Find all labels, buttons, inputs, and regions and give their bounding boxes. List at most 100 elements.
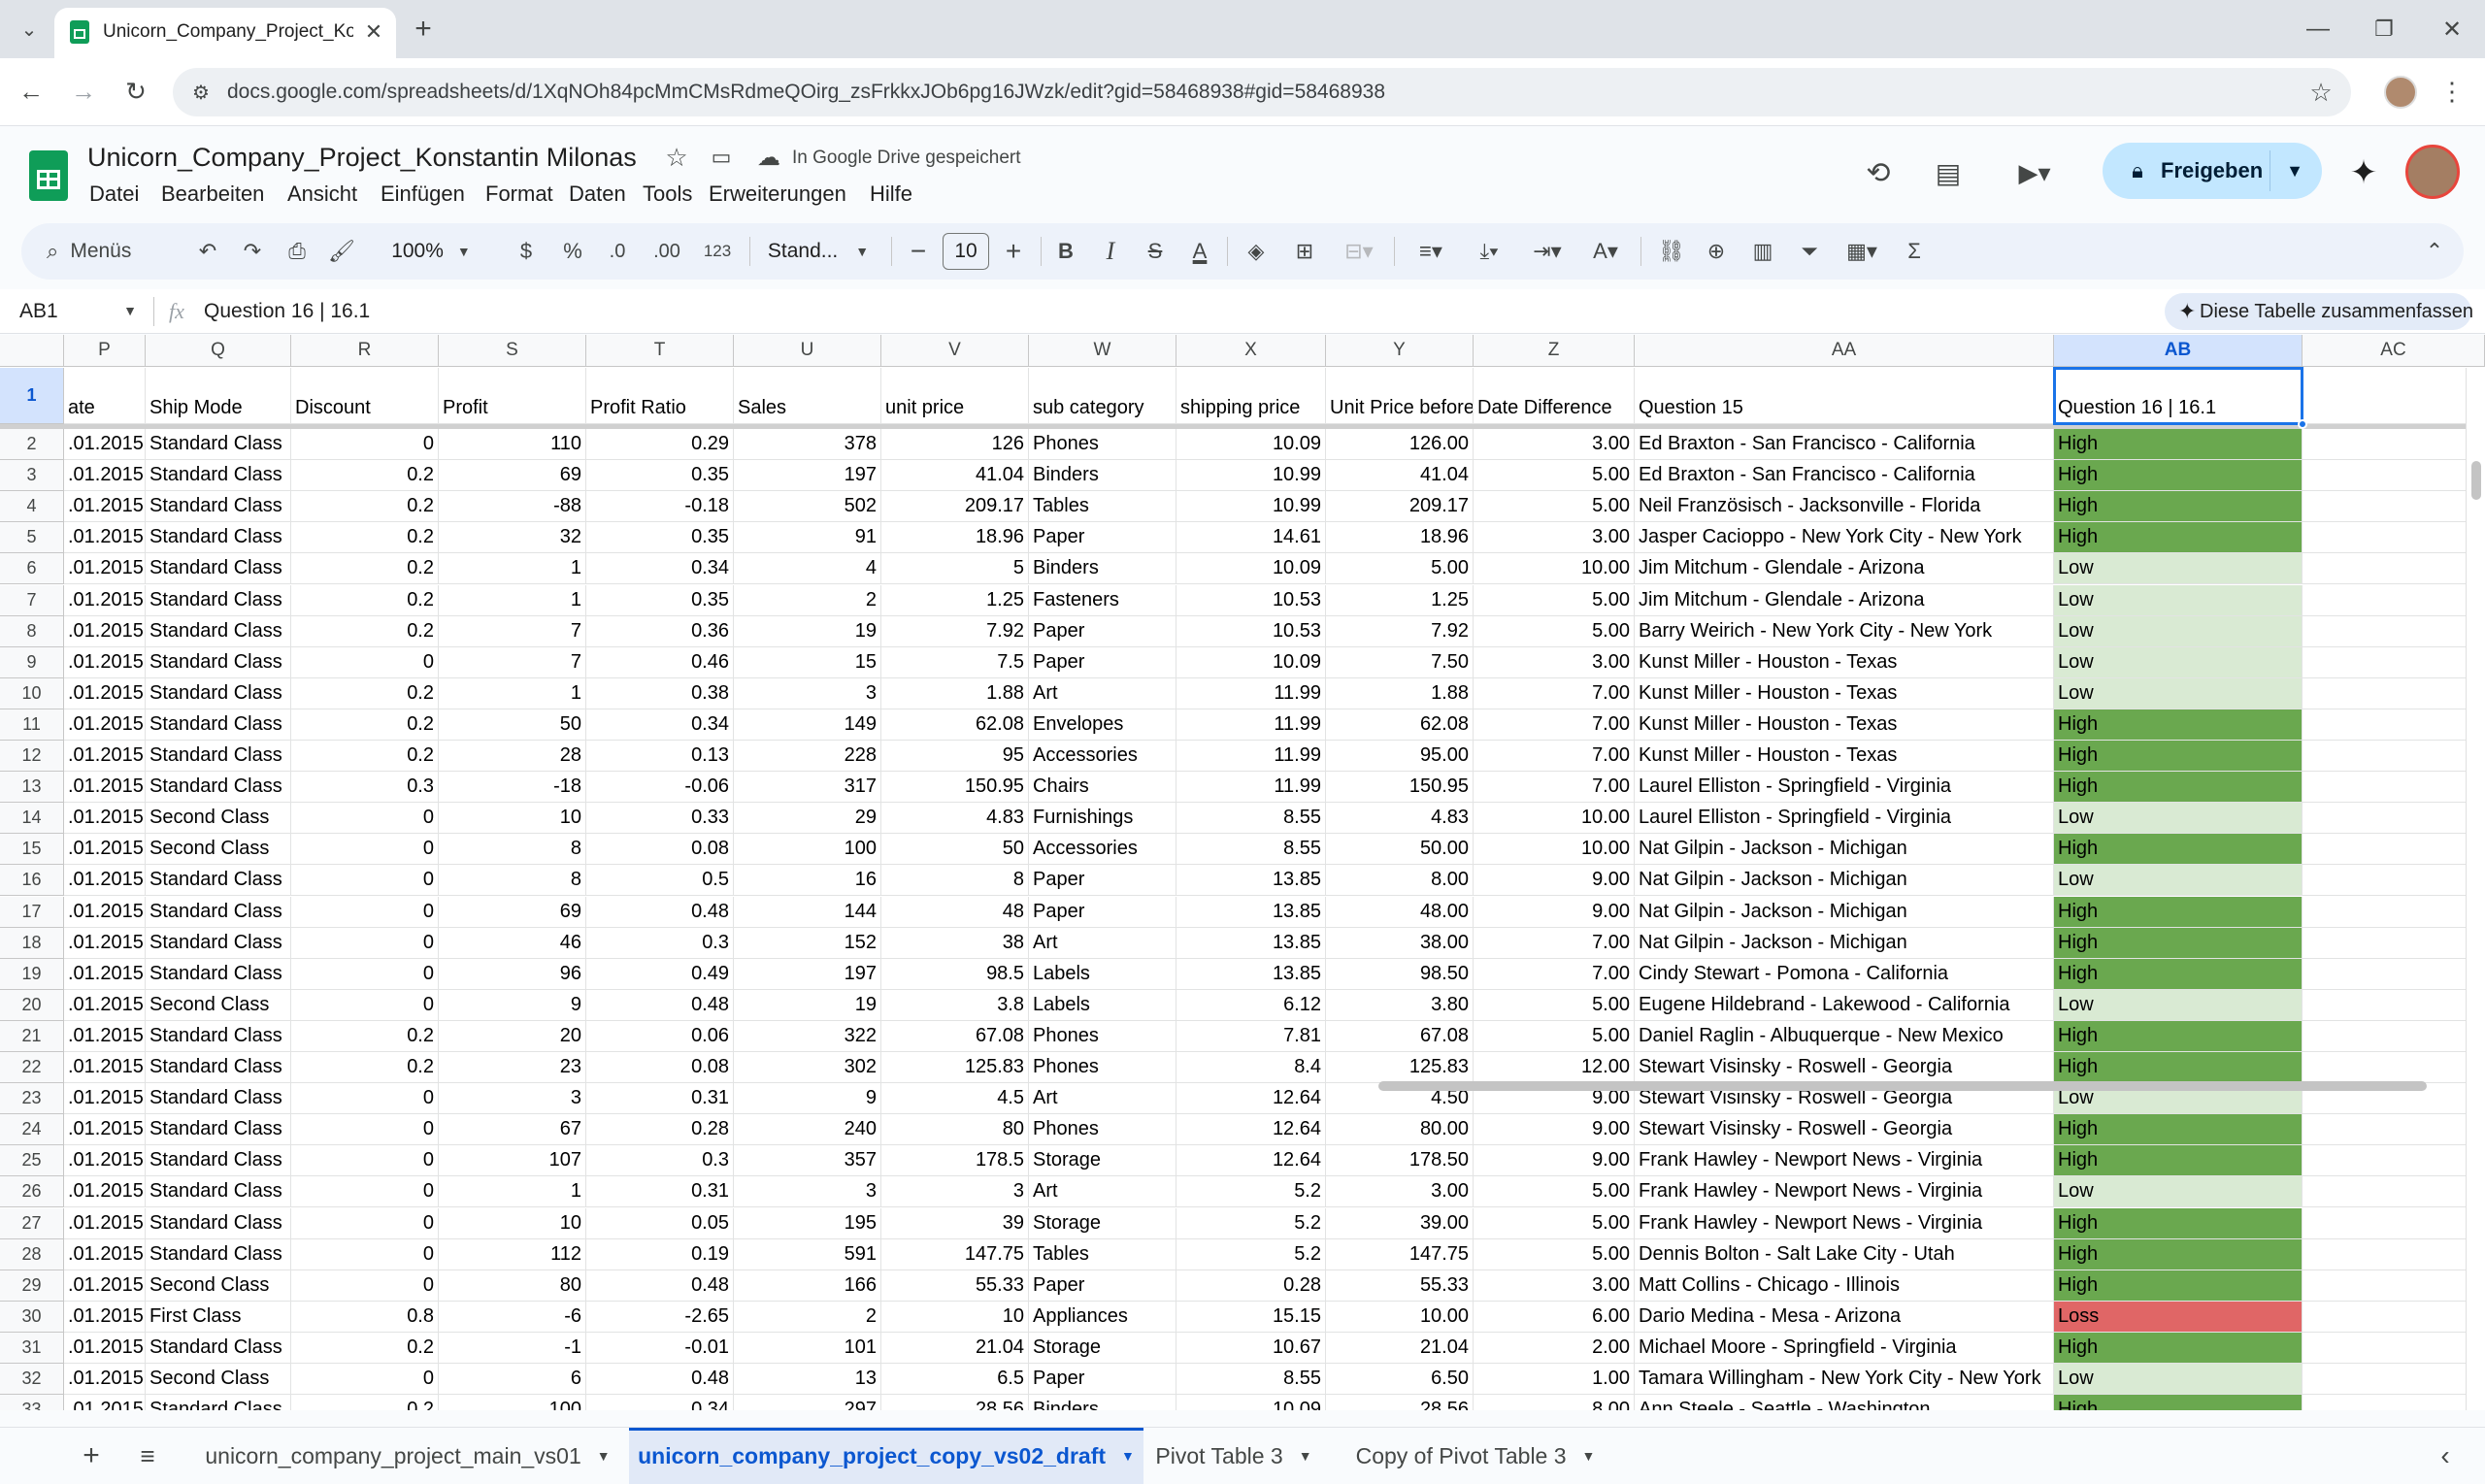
table-cell[interactable]: .01.2015	[64, 741, 146, 773]
table-cell[interactable]: 0.34	[586, 1395, 734, 1410]
table-cell[interactable]: Standard Class	[146, 865, 291, 897]
table-cell[interactable]: 3	[734, 677, 881, 709]
table-cell[interactable]: 1	[439, 677, 586, 709]
column-header-y[interactable]: Y	[1326, 335, 1474, 367]
table-cell[interactable]: Binders	[1029, 553, 1176, 585]
header-cell-t[interactable]: Profit Ratio	[586, 368, 734, 424]
table-cell[interactable]: 0.48	[586, 1270, 734, 1302]
table-cell[interactable]: 101	[734, 1332, 881, 1364]
table-cell[interactable]: Low	[2054, 553, 2303, 585]
italic-button[interactable]: I	[1091, 223, 1130, 280]
table-cell[interactable]: 5	[881, 553, 1029, 585]
table-cell[interactable]: 7.92	[1326, 615, 1474, 647]
table-cell[interactable]: 5.00	[1474, 1207, 1635, 1239]
table-cell[interactable]: 7.92	[881, 615, 1029, 647]
table-cell[interactable]: 0	[291, 803, 439, 835]
insert-link-icon[interactable]: ⛓︎	[1652, 223, 1691, 280]
fill-handle[interactable]	[2298, 419, 2307, 429]
table-cell[interactable]: .01.2015	[64, 958, 146, 990]
table-cell[interactable]: High	[2054, 491, 2303, 523]
table-cell[interactable]: Standard Class	[146, 1238, 291, 1270]
table-cell[interactable]: Standard Class	[146, 1083, 291, 1115]
table-cell[interactable]	[2303, 1332, 2485, 1364]
table-cell[interactable]: Stewart Visinsky - Roswell - Georgia	[1635, 1052, 2054, 1084]
table-cell[interactable]: Ann Steele - Seattle - Washington	[1635, 1395, 2054, 1410]
menu-item-datei[interactable]: Datei	[89, 180, 161, 211]
table-cell[interactable]: High	[2054, 1020, 2303, 1052]
table-cell[interactable]: 0.2	[291, 553, 439, 585]
table-cell[interactable]: Standard Class	[146, 677, 291, 709]
table-cell[interactable]: 13	[734, 1364, 881, 1396]
table-cell[interactable]: Paper	[1029, 1270, 1176, 1302]
table-cell[interactable]: 0.2	[291, 460, 439, 492]
column-header-ab[interactable]: AB	[2054, 335, 2303, 367]
table-cell[interactable]: 0.06	[586, 1020, 734, 1052]
row-header[interactable]: 8	[0, 615, 64, 647]
table-cell[interactable]: .01.2015	[64, 1270, 146, 1302]
table-cell[interactable]	[2303, 1052, 2485, 1084]
table-cell[interactable]: 0	[291, 1114, 439, 1146]
table-cell[interactable]: Standard Class	[146, 1145, 291, 1177]
table-cell[interactable]: 10.53	[1176, 615, 1326, 647]
table-cell[interactable]: .01.2015	[64, 1114, 146, 1146]
table-cell[interactable]: 0.2	[291, 741, 439, 773]
table-cell[interactable]: Storage	[1029, 1207, 1176, 1239]
table-cell[interactable]: 6.50	[1326, 1364, 1474, 1396]
table-cell[interactable]: 3.00	[1474, 1270, 1635, 1302]
table-cell[interactable]: 0	[291, 429, 439, 461]
table-cell[interactable]: Kunst Miller - Houston - Texas	[1635, 646, 2054, 678]
table-cell[interactable]: 9	[734, 1083, 881, 1115]
table-cell[interactable]: 5.00	[1326, 553, 1474, 585]
row-header[interactable]: 27	[0, 1207, 64, 1239]
table-cell[interactable]: .01.2015	[64, 522, 146, 554]
table-cell[interactable]: 0.28	[586, 1114, 734, 1146]
table-cell[interactable]: 46	[439, 927, 586, 959]
table-cell[interactable]: 8.4	[1176, 1052, 1326, 1084]
table-cell[interactable]: High	[2054, 1052, 2303, 1084]
table-cell[interactable]: 3	[439, 1083, 586, 1115]
table-cell[interactable]: .01.2015	[64, 584, 146, 616]
table-cell[interactable]: Second Class	[146, 803, 291, 835]
table-cell[interactable]: -88	[439, 491, 586, 523]
table-cell[interactable]: 125.83	[881, 1052, 1029, 1084]
minimize-icon[interactable]: —	[2299, 12, 2337, 47]
table-cell[interactable]: -0.06	[586, 772, 734, 804]
table-cell[interactable]: 67	[439, 1114, 586, 1146]
reload-icon[interactable]: ↻	[118, 74, 153, 109]
table-cell[interactable]: High	[2054, 1145, 2303, 1177]
table-cell[interactable]: -1	[439, 1332, 586, 1364]
table-cell[interactable]: 228	[734, 741, 881, 773]
table-cell[interactable]: .01.2015	[64, 834, 146, 866]
table-cell[interactable]: High	[2054, 522, 2303, 554]
table-cell[interactable]: 29	[734, 803, 881, 835]
table-cell[interactable]: 62.08	[881, 709, 1029, 741]
table-cell[interactable]: Standard Class	[146, 958, 291, 990]
table-cell[interactable]: High	[2054, 460, 2303, 492]
table-cell[interactable]: 69	[439, 896, 586, 928]
table-cell[interactable]: High	[2054, 1207, 2303, 1239]
table-cell[interactable]: 5.00	[1474, 1020, 1635, 1052]
table-cell[interactable]: 28	[439, 741, 586, 773]
table-cell[interactable]: 302	[734, 1052, 881, 1084]
row-header[interactable]: 22	[0, 1052, 64, 1084]
table-cell[interactable]	[2303, 553, 2485, 585]
table-cell[interactable]	[2303, 1364, 2485, 1396]
table-cell[interactable]: 4.83	[1326, 803, 1474, 835]
scroll-tabs-left-icon[interactable]: ‹	[2431, 1428, 2460, 1484]
table-cell[interactable]: Low	[2054, 803, 2303, 835]
sheets-logo-icon[interactable]	[29, 150, 68, 201]
table-cell[interactable]: 0.2	[291, 491, 439, 523]
table-cell[interactable]: Nat Gilpin - Jackson - Michigan	[1635, 834, 2054, 866]
table-cell[interactable]: 0	[291, 1270, 439, 1302]
table-cell[interactable]: 50	[881, 834, 1029, 866]
menu-item-erweiterungen[interactable]: Erweiterungen	[709, 180, 870, 211]
table-cell[interactable]: 21.04	[1326, 1332, 1474, 1364]
table-cell[interactable]: Eugene Hildebrand - Lakewood - Californi…	[1635, 989, 2054, 1021]
table-cell[interactable]: 8.00	[1474, 1395, 1635, 1410]
table-cell[interactable]: Standard Class	[146, 709, 291, 741]
table-cell[interactable]: Paper	[1029, 896, 1176, 928]
browser-menu-icon[interactable]: ⋮	[2435, 74, 2469, 109]
table-cell[interactable]: 197	[734, 460, 881, 492]
table-cell[interactable]: Matt Collins - Chicago - Illinois	[1635, 1270, 2054, 1302]
column-header-t[interactable]: T	[586, 335, 734, 367]
